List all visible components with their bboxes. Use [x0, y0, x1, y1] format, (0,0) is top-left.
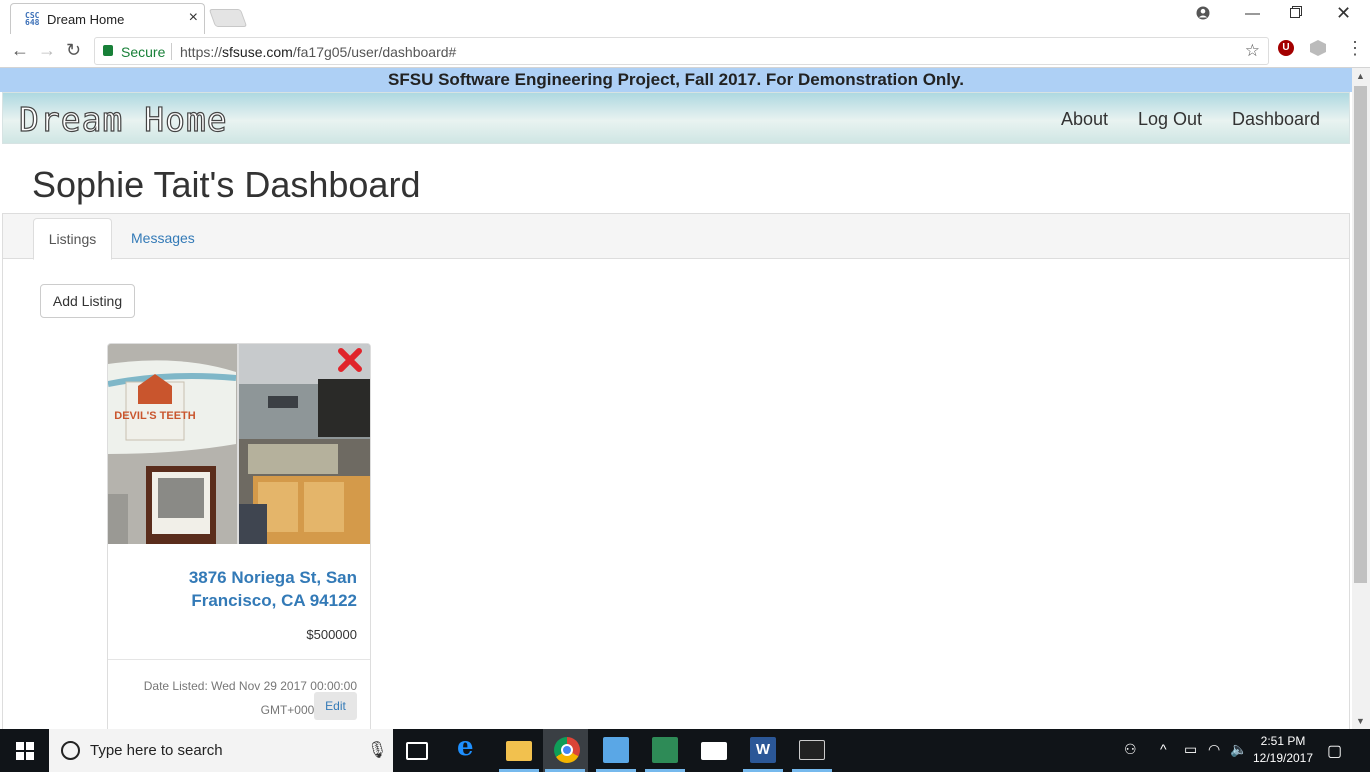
cortana-icon: [61, 741, 80, 760]
clock-time: 2:51 PM: [1260, 734, 1306, 748]
delete-listing-icon[interactable]: [337, 347, 363, 373]
url-path: /fa17g05/user/dashboard#: [292, 44, 457, 60]
windows-taskbar: Type here to search 🎙 e W ⚇ ^ ▭ ◠ 🔈 2:51…: [0, 729, 1370, 772]
microphone-icon[interactable]: 🎙: [367, 740, 387, 760]
ublock-extension-icon[interactable]: U: [1278, 40, 1294, 56]
bookmark-star-icon[interactable]: ☆: [1245, 41, 1260, 61]
tray-overflow-icon[interactable]: ^: [1160, 741, 1167, 757]
listing-card: DEVIL'S TEETH 3876 Noriega St, San Franc…: [107, 343, 371, 729]
new-tab-button[interactable]: [208, 9, 248, 27]
extension-shield-icon[interactable]: [1310, 40, 1326, 56]
taskbar-search-box[interactable]: Type here to search 🎙: [49, 729, 393, 772]
page-title: Sophie Tait's Dashboard: [32, 164, 421, 205]
url-text[interactable]: https://sfsuse.com/fa17g05/user/dashboar…: [180, 44, 456, 60]
lock-icon: [103, 45, 113, 56]
word-icon[interactable]: W: [750, 737, 776, 763]
page-scrollbar[interactable]: ▲ ▼: [1352, 68, 1370, 729]
chrome-icon[interactable]: [554, 737, 580, 763]
close-window-icon[interactable]: ✕: [1336, 3, 1351, 24]
add-listing-button[interactable]: Add Listing: [40, 284, 135, 318]
nav-about-link[interactable]: About: [1061, 109, 1108, 130]
back-icon[interactable]: ←: [11, 40, 29, 61]
listing-price: $500000: [306, 627, 357, 642]
page-viewport: SFSU Software Engineering Project, Fall …: [0, 68, 1352, 729]
taskbar-search-placeholder: Type here to search: [90, 742, 223, 759]
tab-listings[interactable]: Listings: [33, 218, 112, 260]
tab-messages[interactable]: Messages: [131, 230, 195, 246]
task-view-icon[interactable]: [406, 742, 428, 760]
edit-listing-button[interactable]: Edit: [314, 692, 357, 720]
scrollbar-thumb[interactable]: [1354, 86, 1367, 583]
listing-address-link[interactable]: 3876 Noriega St, San Francisco, CA 94122: [127, 566, 357, 612]
listing-card-footer: Date Listed: Wed Nov 29 2017 00:00:00 GM…: [108, 659, 370, 729]
minimize-icon[interactable]: —: [1245, 5, 1260, 22]
url-host: sfsuse.com: [222, 44, 293, 60]
tab-close-icon[interactable]: ×: [189, 9, 198, 27]
reload-icon[interactable]: ↻: [66, 40, 81, 61]
action-center-icon[interactable]: ▢: [1327, 741, 1342, 761]
mail-icon[interactable]: [701, 742, 727, 760]
clock-date: 12/19/2017: [1252, 751, 1314, 765]
scroll-up-icon[interactable]: ▲: [1356, 71, 1365, 81]
volume-icon[interactable]: 🔈: [1230, 741, 1247, 758]
battery-icon[interactable]: ▭: [1184, 741, 1197, 758]
edge-browser-icon[interactable]: e: [457, 732, 483, 762]
taskbar-clock[interactable]: 2:51 PM 12/19/2017: [1252, 733, 1314, 767]
tabs-header: Listings Messages: [3, 214, 1349, 260]
terminal-icon[interactable]: [799, 740, 825, 760]
virtualbox-icon[interactable]: [603, 737, 629, 763]
nav-logout-link[interactable]: Log Out: [1138, 109, 1202, 130]
nav-dashboard-link[interactable]: Dashboard: [1232, 109, 1320, 130]
restore-icon[interactable]: [1290, 5, 1302, 22]
omnibox-separator: [171, 43, 172, 60]
site-navbar: Dream Home About Log Out Dashboard: [2, 92, 1350, 144]
wifi-icon[interactable]: ◠: [1208, 741, 1220, 758]
tab-title: Dream Home: [47, 12, 125, 27]
browser-menu-icon[interactable]: ⋮: [1346, 38, 1364, 59]
demo-banner: SFSU Software Engineering Project, Fall …: [0, 68, 1352, 92]
scroll-down-icon[interactable]: ▼: [1356, 716, 1365, 726]
file-explorer-icon[interactable]: [506, 741, 532, 761]
people-icon[interactable]: ⚇: [1124, 741, 1137, 758]
forward-icon[interactable]: →: [38, 40, 56, 61]
listing-photo-sign-text: DEVIL'S TEETH: [114, 410, 196, 422]
windows-start-icon[interactable]: [16, 742, 34, 760]
browser-tab[interactable]: CSC 648 Dream Home ×: [10, 3, 205, 34]
browser-toolbar: ← → ↻ Secure https://sfsuse.com/fa17g05/…: [0, 34, 1370, 68]
secure-label: Secure: [121, 44, 166, 60]
spreadsheet-app-icon[interactable]: [652, 737, 678, 763]
brand-logo[interactable]: Dream Home: [18, 99, 228, 139]
url-scheme: https://: [180, 44, 223, 60]
dashboard-tabs-panel: Listings Messages Add Listing DEVIL'S TE…: [2, 213, 1350, 729]
address-bar[interactable]: Secure https://sfsuse.com/fa17g05/user/d…: [94, 37, 1269, 65]
listing-photo[interactable]: DEVIL'S TEETH: [108, 344, 370, 544]
browser-titlebar: CSC 648 Dream Home × — ✕: [0, 0, 1370, 34]
profile-icon[interactable]: [1196, 6, 1210, 24]
tab-favicon-icon: CSC 648: [25, 11, 40, 27]
